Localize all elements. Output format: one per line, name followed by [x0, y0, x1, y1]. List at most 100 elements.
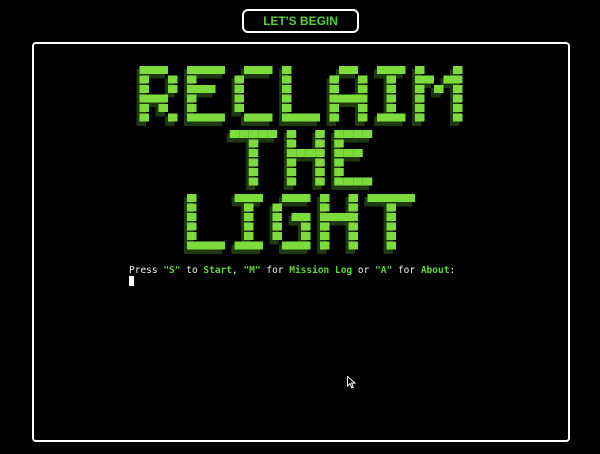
logo-pixel	[453, 104, 463, 112]
logo-pixel	[244, 213, 254, 221]
logo-pixel	[234, 94, 244, 103]
logo-pixel	[248, 139, 259, 148]
logo-pixel	[196, 66, 206, 74]
logo-pixel	[343, 130, 354, 138]
logo-pixel	[272, 222, 282, 231]
logo-pixel	[244, 203, 254, 212]
logo-pixel	[272, 213, 282, 221]
logo-pixel	[301, 241, 311, 250]
logo-pixel	[301, 232, 311, 240]
logo-pixel	[187, 85, 197, 93]
logo-pixel	[253, 66, 263, 74]
logo-pixel	[139, 85, 149, 93]
logo-pixel	[348, 232, 358, 240]
logo-pixel	[301, 194, 311, 202]
logo-pixel	[386, 113, 396, 122]
logo-pixel	[386, 241, 396, 250]
logo-pixel	[334, 158, 344, 167]
logo-pixel	[320, 213, 330, 221]
logo-pixel	[291, 241, 301, 250]
logo-pixel	[187, 232, 197, 240]
start-option: Start	[203, 265, 232, 276]
logo-shadow	[136, 69, 460, 254]
logo-pixel	[206, 85, 216, 93]
logo-pixel	[453, 66, 463, 74]
logo-pixel	[286, 158, 297, 167]
logo-pixel	[343, 149, 354, 157]
text-cursor[interactable]	[129, 276, 134, 286]
logo-pixel	[263, 113, 273, 122]
start-prompt: Press "S" to Start, "M" for Mission Log …	[129, 265, 456, 276]
logo-pixel	[358, 113, 368, 122]
logo-pixel	[320, 222, 330, 231]
logo-pixel	[415, 75, 425, 84]
logo-pixel	[244, 194, 254, 202]
logo-pixel	[386, 85, 396, 93]
logo-pixel	[286, 149, 297, 157]
logo-pixel	[239, 130, 249, 138]
logo-pixel	[282, 194, 292, 202]
logo-pixel	[453, 94, 463, 103]
logo-pixel	[329, 113, 339, 122]
logo-pixel	[286, 139, 297, 148]
logo-pixel	[139, 104, 149, 112]
logo-pixel	[244, 66, 254, 74]
logo-pixel	[453, 75, 463, 84]
logo-pixel	[315, 177, 325, 186]
logo-pixel	[358, 75, 368, 84]
logo-pixel	[348, 213, 358, 221]
logo-pixel	[339, 94, 349, 103]
logo-pixel	[348, 222, 358, 231]
logo-pixel	[263, 66, 273, 74]
logo-pixel	[358, 104, 368, 112]
mission-log-option: Mission Log	[289, 265, 353, 276]
logo-pixel	[334, 139, 344, 148]
logo-pixel	[158, 104, 168, 112]
logo-pixel	[248, 177, 259, 186]
logo-pixel	[282, 75, 292, 84]
logo-pixel	[234, 241, 244, 250]
logo-pixel	[149, 66, 159, 74]
logo-pixel	[187, 222, 197, 231]
logo-pixel	[424, 75, 434, 84]
logo-pixel	[396, 113, 406, 122]
logo-pixel	[196, 85, 206, 93]
logo-pixel	[244, 232, 254, 240]
logo-pixel	[377, 66, 387, 74]
logo-pixel	[158, 94, 168, 103]
logo-pixel	[315, 139, 325, 148]
logo-pixel	[139, 94, 149, 103]
logo-pixel	[253, 113, 263, 122]
logo-pixel	[386, 194, 396, 202]
terminal-screen[interactable]: Press "S" to Start, "M" for Mission Log …	[32, 42, 570, 442]
logo-pixel	[396, 66, 406, 74]
logo-pixel	[358, 85, 368, 93]
logo-pixel	[396, 194, 406, 202]
logo-pixel	[229, 130, 240, 138]
logo-pixel	[206, 113, 216, 122]
logo-pixel	[453, 113, 463, 122]
logo-pixel	[139, 113, 149, 122]
logo-pixel	[267, 130, 278, 138]
logo-pixel	[187, 213, 197, 221]
logo-pixel	[282, 94, 292, 103]
logo-pixel	[315, 149, 325, 157]
logo-pixel	[248, 149, 259, 157]
logo-pixel	[415, 104, 425, 112]
logo-pixel	[234, 75, 244, 84]
logo-pixel	[377, 113, 387, 122]
logo-pixel	[168, 85, 178, 93]
logo-pixel	[187, 241, 197, 250]
logo-pixel	[282, 104, 292, 112]
logo-pixel	[272, 232, 282, 240]
logo-pixel	[329, 104, 339, 112]
lets-begin-button[interactable]: LET'S BEGIN	[242, 9, 359, 33]
logo-pixel	[315, 168, 325, 176]
logo-pixel	[320, 203, 330, 212]
logo-pixel	[282, 66, 292, 74]
logo-pixel	[282, 113, 292, 122]
logo-pixel	[301, 213, 311, 221]
logo-pixel	[329, 75, 339, 84]
logo-pixel	[339, 213, 349, 221]
logo-pixel	[158, 66, 168, 74]
